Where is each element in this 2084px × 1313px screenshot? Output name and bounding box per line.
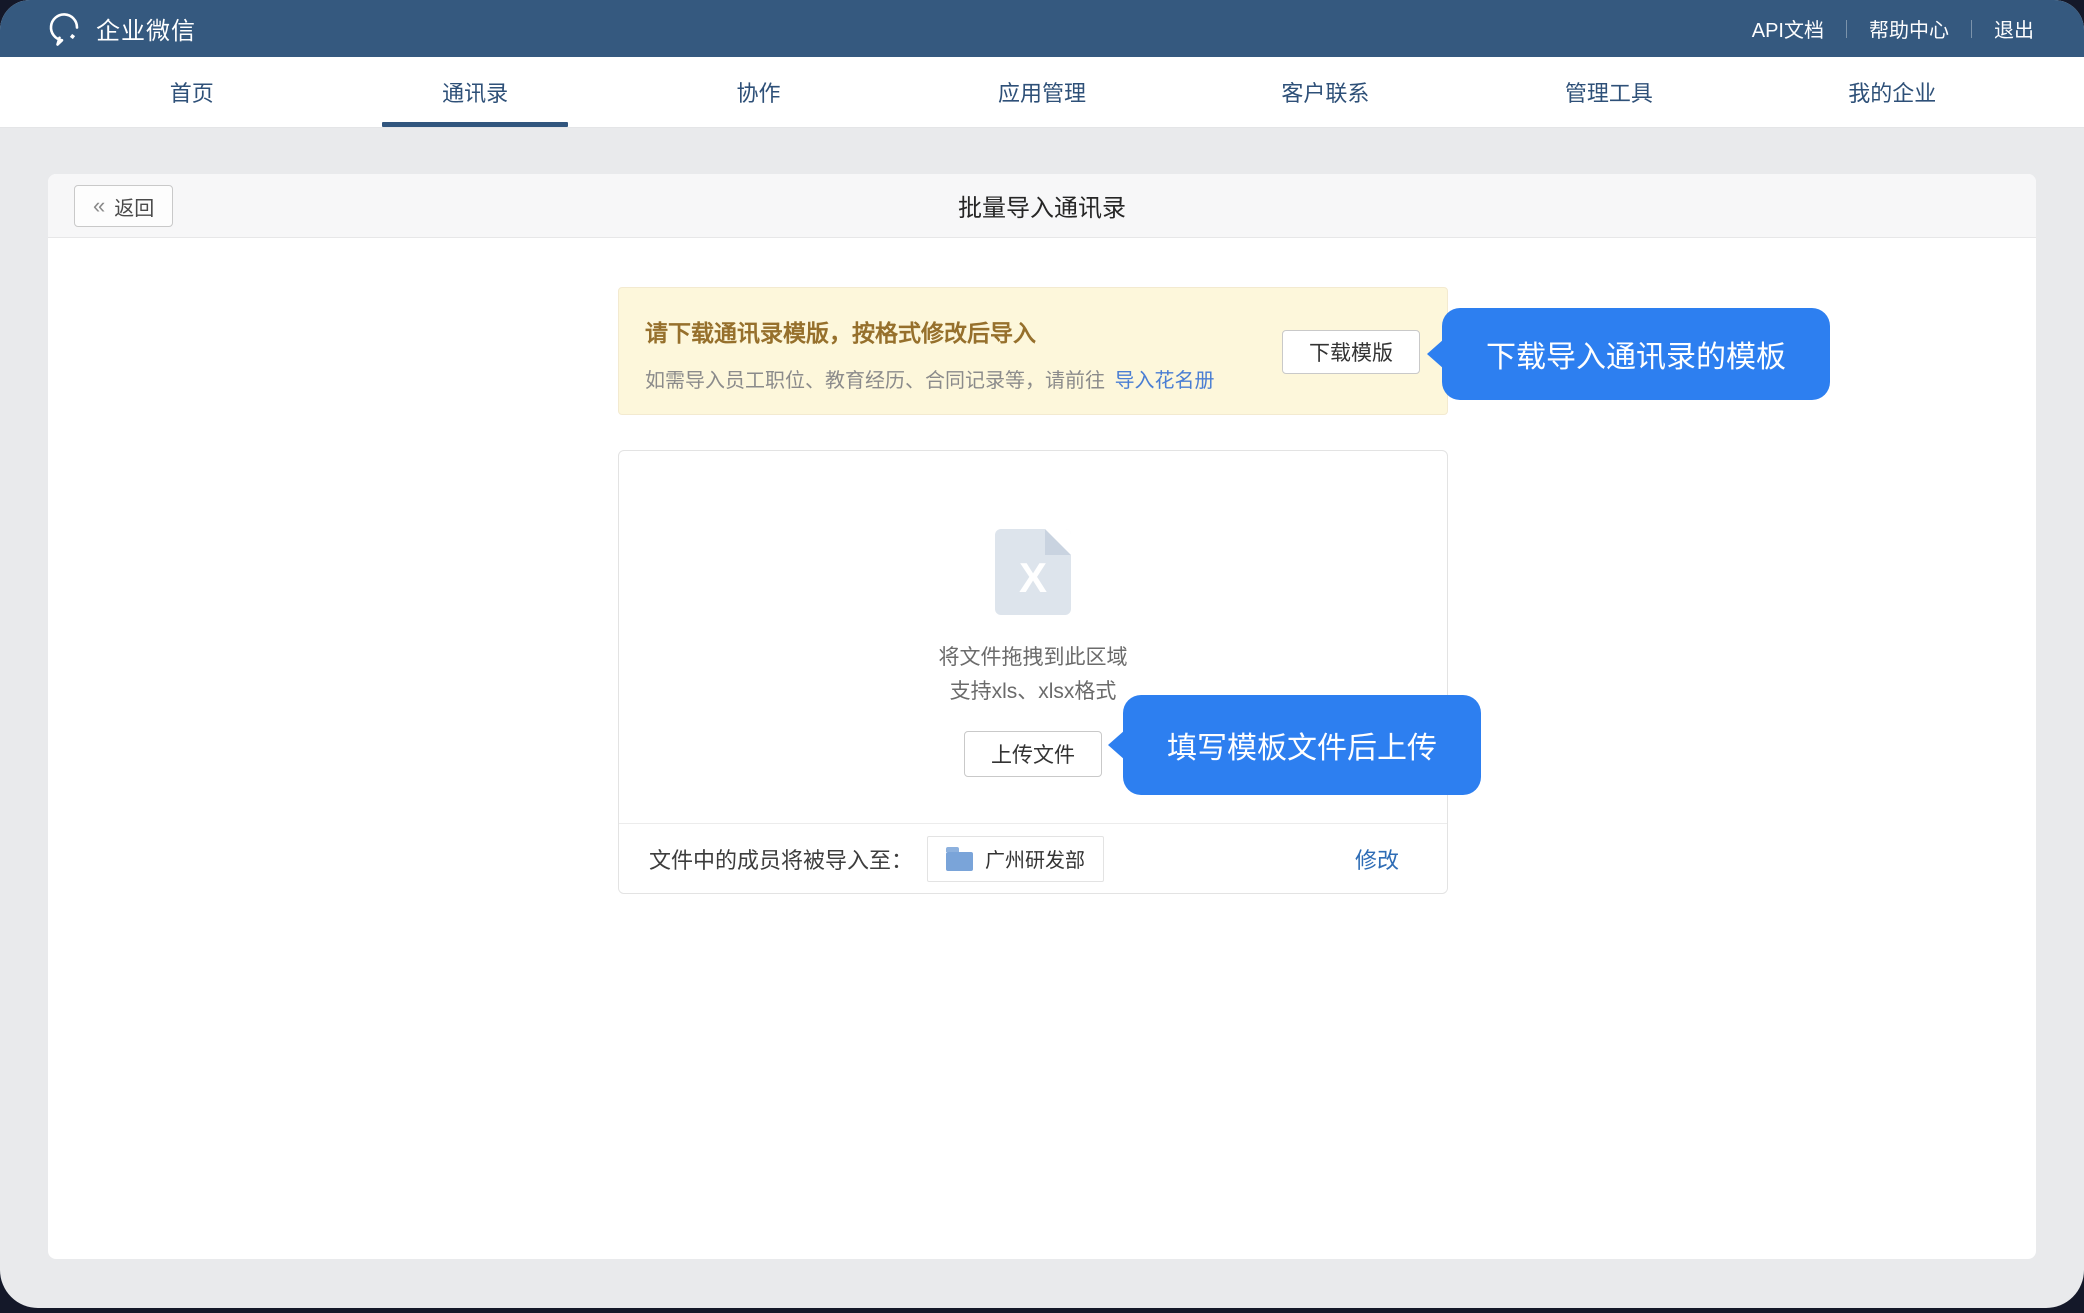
callout-tail-icon [1427, 339, 1444, 369]
drag-hint-text: 将文件拖拽到此区域 [939, 641, 1128, 675]
app-window: 企业微信 API文档 帮助中心 退出 首页 通讯录 协作 应用管理 客户联系 管… [0, 0, 2084, 1308]
roster-import-link[interactable]: 导入花名册 [1115, 370, 1215, 392]
api-docs-link[interactable]: API文档 [1752, 14, 1824, 43]
template-notice: 请下载通讯录模版，按格式修改后导入 如需导入员工职位、教育经历、合同记录等，请前… [618, 287, 1448, 415]
double-chevron-left-icon: « [93, 195, 105, 217]
card-header: « 返回 批量导入通讯录 [48, 174, 2036, 238]
department-name: 广州研发部 [985, 844, 1085, 873]
brand-name: 企业微信 [96, 11, 196, 46]
tab-customer-contact[interactable]: 客户联系 [1184, 57, 1467, 127]
excel-file-icon: X [995, 529, 1071, 615]
tab-home[interactable]: 首页 [50, 57, 333, 127]
folder-icon [946, 852, 973, 871]
page-title: 批量导入通讯录 [48, 188, 2036, 223]
top-header: 企业微信 API文档 帮助中心 退出 [0, 0, 2084, 57]
back-label: 返回 [114, 192, 154, 221]
upload-file-button[interactable]: 上传文件 [964, 731, 1102, 777]
format-hint-text: 支持xls、xlsx格式 [950, 675, 1117, 709]
tab-app-management[interactable]: 应用管理 [900, 57, 1183, 127]
logout-link[interactable]: 退出 [1994, 14, 2034, 43]
active-tab-underline [382, 122, 568, 127]
callout-tail-icon [1108, 730, 1125, 760]
upload-panel[interactable]: X 将文件拖拽到此区域 支持xls、xlsx格式 上传文件 文件中的成员将被导入… [618, 450, 1448, 894]
main-nav: 首页 通讯录 协作 应用管理 客户联系 管理工具 我的企业 [0, 57, 2084, 128]
import-target-label: 文件中的成员将被导入至： [649, 843, 913, 875]
header-links: API文档 帮助中心 退出 [1752, 14, 2034, 43]
tab-my-company[interactable]: 我的企业 [1751, 57, 2034, 127]
download-template-callout: 下载导入通讯录的模板 [1442, 308, 1830, 400]
import-card: « 返回 批量导入通讯录 请下载通讯录模版，按格式修改后导入 如需导入员工职位、… [48, 174, 2036, 1259]
help-center-link[interactable]: 帮助中心 [1869, 14, 1949, 43]
import-target-row: 文件中的成员将被导入至： 广州研发部 修改 [619, 823, 1447, 893]
wecom-logo-icon [46, 11, 82, 47]
brand: 企业微信 [46, 11, 196, 47]
tab-contacts[interactable]: 通讯录 [333, 57, 616, 127]
tab-admin-tools[interactable]: 管理工具 [1467, 57, 1750, 127]
separator [1971, 20, 1972, 38]
upload-file-callout: 填写模板文件后上传 [1123, 695, 1481, 795]
back-button[interactable]: « 返回 [74, 185, 173, 227]
page-background: « 返回 批量导入通讯录 请下载通讯录模版，按格式修改后导入 如需导入员工职位、… [0, 128, 2084, 1308]
department-chip[interactable]: 广州研发部 [927, 836, 1104, 882]
download-template-button[interactable]: 下载模版 [1282, 330, 1420, 374]
separator [1846, 20, 1847, 38]
tab-collaboration[interactable]: 协作 [617, 57, 900, 127]
modify-link[interactable]: 修改 [1355, 843, 1399, 875]
card-body: 请下载通讯录模版，按格式修改后导入 如需导入员工职位、教育经历、合同记录等，请前… [48, 238, 2036, 1259]
